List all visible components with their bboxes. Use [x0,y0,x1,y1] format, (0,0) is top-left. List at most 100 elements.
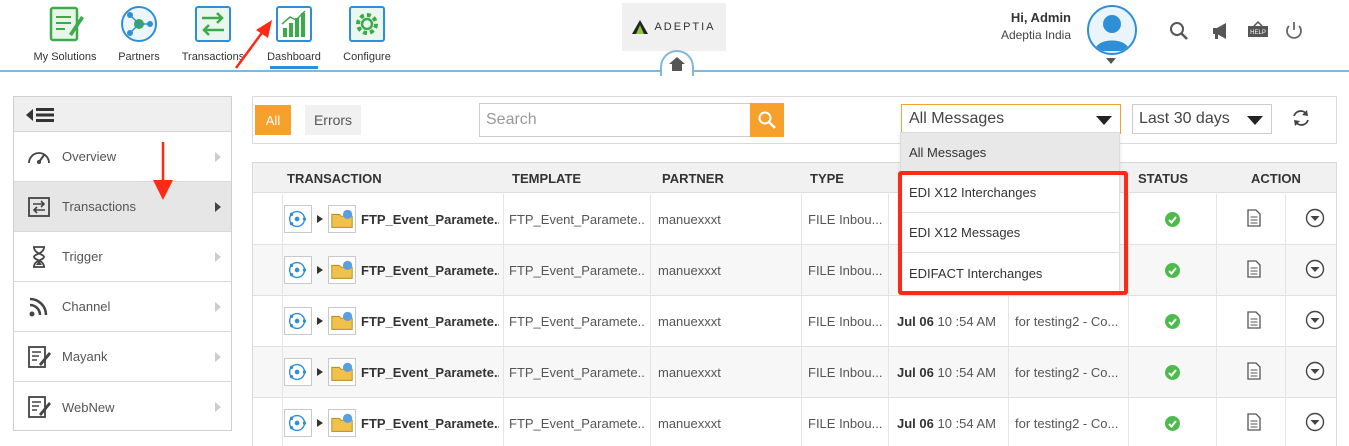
status-success-icon [1165,263,1180,278]
search-input[interactable]: Search [479,103,751,137]
action-menu-icon[interactable] [1305,208,1325,228]
refresh-icon[interactable] [1290,107,1312,129]
sidebar-item-transactions[interactable]: Transactions [14,182,231,232]
document-icon[interactable] [1247,209,1261,227]
folder-icon [328,409,356,437]
expand-arrow-icon[interactable] [317,215,323,223]
search-icon[interactable] [1168,20,1190,42]
all-filter-button[interactable]: All [255,105,291,135]
search-button[interactable] [750,103,784,137]
column-divider [1285,347,1286,398]
column-divider [1008,398,1009,446]
top-navigation-bar: My Solutions Partners Transactions Dashb… [0,0,1349,76]
column-header-status[interactable]: STATUS [1138,171,1188,186]
date-day: Jul 06 [897,416,934,431]
home-icon [669,57,685,71]
transaction-name: FTP_Event_Paramete... [361,263,499,278]
column-divider [801,347,802,398]
dropdown-option-edi-x12-interchanges[interactable]: EDI X12 Interchanges [901,173,1119,213]
column-header-type[interactable]: TYPE [810,171,844,186]
nav-label: Partners [118,51,160,63]
chevron-down-icon [1247,116,1263,125]
action-menu-icon[interactable] [1305,259,1325,279]
sidebar-item-trigger[interactable]: Trigger [14,232,231,282]
expand-arrow-icon[interactable] [317,368,323,376]
document-icon[interactable] [1247,260,1261,278]
template-name: FTP_Event_Paramete... [509,212,645,227]
table-row[interactable]: FTP_Event_Paramete... FTP_Event_Paramete.… [253,245,1336,296]
document-icon[interactable] [1247,311,1261,329]
dropdown-option-edi-x12-messages[interactable]: EDI X12 Messages [901,213,1119,253]
sidebar-item-channel[interactable]: Channel [14,282,231,332]
column-divider [1128,398,1129,446]
partner-name: manuexxxt [658,416,721,431]
column-divider [1216,194,1217,245]
nav-my-solutions[interactable]: My Solutions [25,4,105,63]
date-day: Jul 06 [897,365,934,380]
column-header-transaction[interactable]: TRANSACTION [287,171,382,186]
avatar-menu-caret-icon[interactable] [1106,58,1116,64]
column-divider [1285,245,1286,296]
transactions-icon [28,197,50,217]
sidebar-item-mayank[interactable]: Mayank [14,332,231,382]
transaction-date: Jul 06 10 :54 AM [897,416,996,431]
nav-partners[interactable]: Partners [99,4,179,63]
action-menu-icon[interactable] [1305,412,1325,432]
table-row[interactable]: FTP_Event_Paramete... FTP_Event_Paramete.… [253,398,1336,446]
column-divider [282,398,283,446]
dashboard-icon [276,6,312,42]
transaction-name: FTP_Event_Paramete... [361,314,499,329]
transactions-icon [195,6,231,42]
help-icon[interactable]: HELP [1247,20,1269,42]
nav-configure[interactable]: Configure [327,4,407,63]
column-divider [1285,194,1286,245]
sidebar-item-webnew[interactable]: WebNew [14,382,231,432]
column-divider [801,296,802,347]
errors-filter-button[interactable]: Errors [305,105,361,135]
dropdown-option-all-messages[interactable]: All Messages [901,133,1119,173]
sidebar-item-overview[interactable]: Overview [14,132,231,182]
power-icon[interactable] [1283,20,1305,42]
table-row[interactable]: FTP_Event_Paramete... FTP_Event_Paramete.… [253,347,1336,398]
nav-label: Transactions [181,51,245,63]
column-header-action[interactable]: ACTION [1251,171,1301,186]
column-divider [282,296,283,347]
column-divider [503,398,504,446]
avatar[interactable] [1087,5,1137,55]
column-divider [282,347,283,398]
process-flow-icon[interactable] [284,409,312,437]
period-select[interactable]: Last 30 days [1132,104,1272,134]
message-type-select[interactable]: All Messages [901,104,1121,134]
sidebar: Overview Transactions Trigger Channel Ma… [13,96,232,431]
process-flow-icon[interactable] [284,307,312,335]
table-row[interactable]: FTP_Event_Paramete... FTP_Event_Paramete.… [253,194,1336,245]
action-menu-icon[interactable] [1305,361,1325,381]
document-icon[interactable] [1247,362,1261,380]
process-flow-icon[interactable] [284,256,312,284]
table-row[interactable]: FTP_Event_Paramete... FTP_Event_Paramete.… [253,296,1336,347]
expand-arrow-icon[interactable] [317,317,323,325]
sidebar-item-label: Overview [62,149,117,164]
expand-arrow-icon[interactable] [317,419,323,427]
user-name: Hi, Admin [1010,10,1071,25]
column-header-partner[interactable]: PARTNER [662,171,724,186]
collapse-menu-icon[interactable] [26,106,56,124]
column-divider [1008,347,1009,398]
megaphone-icon[interactable] [1210,20,1232,42]
folder-icon [328,358,356,386]
process-flow-icon[interactable] [284,358,312,386]
column-divider [1128,296,1129,347]
nav-transactions[interactable]: Transactions [173,4,253,63]
expand-arrow-icon[interactable] [317,266,323,274]
document-icon[interactable] [1247,413,1261,431]
process-flow-icon[interactable] [284,205,312,233]
template-name: FTP_Event_Paramete... [509,263,645,278]
gauge-icon [28,152,50,164]
dropdown-option-edifact-interchanges[interactable]: EDIFACT Interchanges [901,253,1119,293]
transaction-description: for testing2 - Co... [1015,365,1119,380]
home-button[interactable] [660,50,694,76]
column-header-template[interactable]: TEMPLATE [512,171,581,186]
action-menu-icon[interactable] [1305,310,1325,330]
nav-dashboard[interactable]: Dashboard [254,4,334,69]
user-org: Adeptia India [1000,28,1071,42]
